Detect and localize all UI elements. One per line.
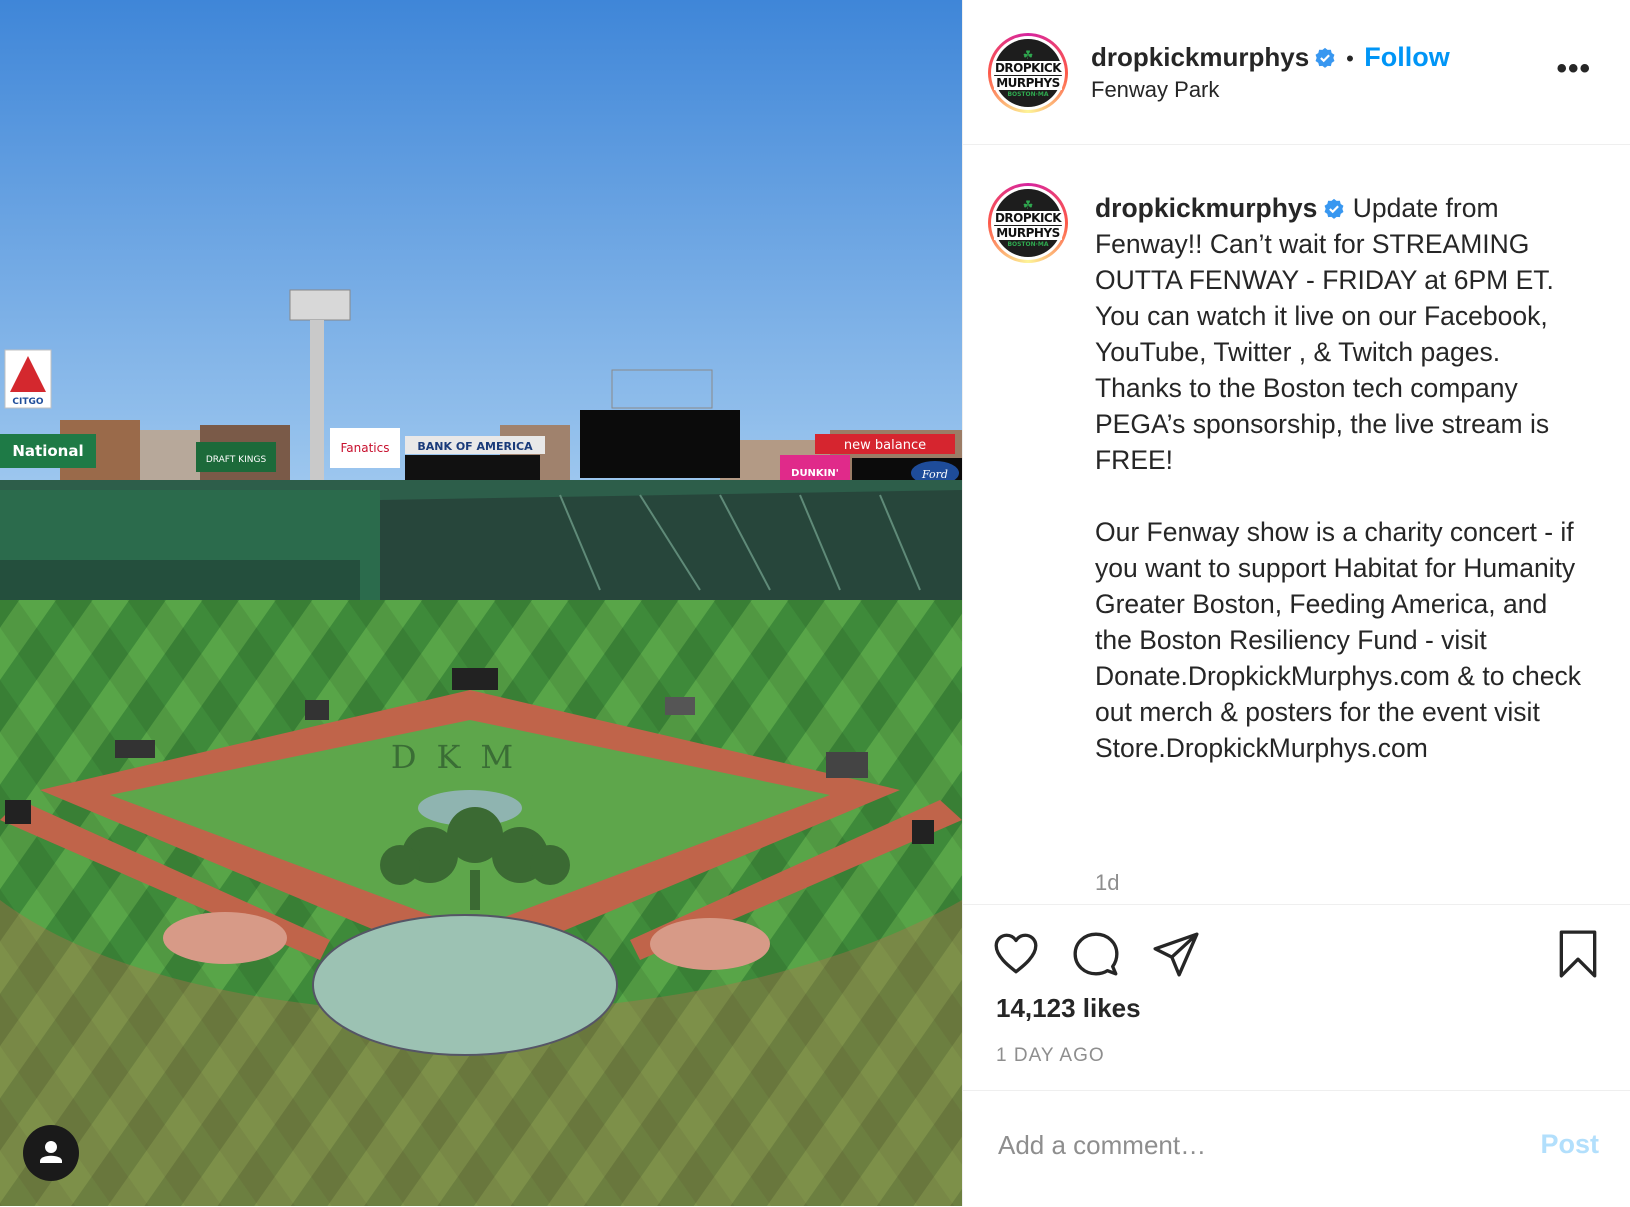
caption-timestamp: 1d xyxy=(1095,870,1120,895)
likes-count[interactable]: 14,123 likes xyxy=(996,993,1141,1024)
post-comment-button[interactable]: Post xyxy=(1540,1129,1599,1160)
post-age: 1 DAY AGO xyxy=(996,1045,1105,1066)
draftkings-sign: DRAFT KINGS xyxy=(206,455,267,465)
dropkick-murphys-logo: ☘ DROPKICK MURPHYS BOSTON·MA xyxy=(992,39,1064,107)
caption-text: Update from Fenway!! Can’t wait for STRE… xyxy=(1095,193,1582,763)
verified-badge-icon xyxy=(1315,47,1335,68)
post-location[interactable]: Fenway Park xyxy=(1091,77,1219,103)
comment-input[interactable] xyxy=(996,1129,1500,1162)
caption-author-avatar[interactable]: ☘ DROPKICK MURPHYS BOSTON·MA xyxy=(988,183,1068,263)
author-avatar[interactable]: ☘ DROPKICK MURPHYS BOSTON·MA xyxy=(988,33,1068,113)
save-button[interactable] xyxy=(1553,929,1603,979)
like-button[interactable] xyxy=(991,929,1041,979)
user-icon xyxy=(40,1141,62,1163)
share-button[interactable] xyxy=(1151,929,1201,979)
dropkick-murphys-logo: ☘ DROPKICK MURPHYS BOSTON·MA xyxy=(992,189,1064,257)
field-dkm-text: DKM xyxy=(391,738,533,776)
post-side-panel: ☘ DROPKICK MURPHYS BOSTON·MA dropkickmur… xyxy=(962,0,1630,1206)
logo-line-1: DROPKICK xyxy=(992,60,1064,75)
post-header: ☘ DROPKICK MURPHYS BOSTON·MA dropkickmur… xyxy=(963,0,1630,145)
citgo-sign: CITGO xyxy=(12,397,43,407)
caption-username[interactable]: dropkickmurphys xyxy=(1095,193,1317,223)
follow-button[interactable]: Follow xyxy=(1364,42,1449,72)
logo-line-2: MURPHYS xyxy=(994,75,1062,90)
national-sign: National xyxy=(12,442,83,460)
bookmark-icon xyxy=(1559,930,1597,978)
comment-bar: Post xyxy=(963,1090,1630,1207)
header-separator: • xyxy=(1346,46,1354,71)
ford-sign: Ford xyxy=(921,468,948,481)
paper-plane-icon xyxy=(1153,932,1199,977)
post-actions: 14,123 likes 1 DAY AGO xyxy=(963,904,1630,1090)
new-balance-sign: new balance xyxy=(844,438,926,453)
comment-button[interactable] xyxy=(1071,929,1121,979)
dunkin-sign: DUNKIN' xyxy=(791,468,839,479)
fanatics-sign: Fanatics xyxy=(340,441,389,455)
fenway-park-photo: CITGO National DRAFT KINGS Fanatics BANK… xyxy=(0,0,962,1206)
heart-icon xyxy=(994,933,1038,974)
user-tag-button[interactable] xyxy=(23,1125,79,1181)
more-options-button[interactable]: ••• xyxy=(1556,52,1591,86)
logo-line-2: MURPHYS xyxy=(994,225,1062,240)
post-photo[interactable]: CITGO National DRAFT KINGS Fanatics BANK… xyxy=(0,0,962,1206)
bank-of-america-sign: BANK OF AMERICA xyxy=(417,440,533,453)
logo-line-1: DROPKICK xyxy=(992,210,1064,225)
verified-badge-icon xyxy=(1324,198,1344,219)
header-title-row: dropkickmurphys • Follow xyxy=(1091,42,1450,73)
comment-bubble-icon xyxy=(1073,932,1119,976)
logo-city: BOSTON·MA xyxy=(1007,90,1049,98)
author-username[interactable]: dropkickmurphys xyxy=(1091,42,1309,72)
instagram-post-modal: CITGO National DRAFT KINGS Fanatics BANK… xyxy=(0,0,1630,1206)
post-caption: dropkickmurphys Update from Fenway!! Can… xyxy=(1095,190,1585,766)
logo-city: BOSTON·MA xyxy=(1007,240,1049,248)
